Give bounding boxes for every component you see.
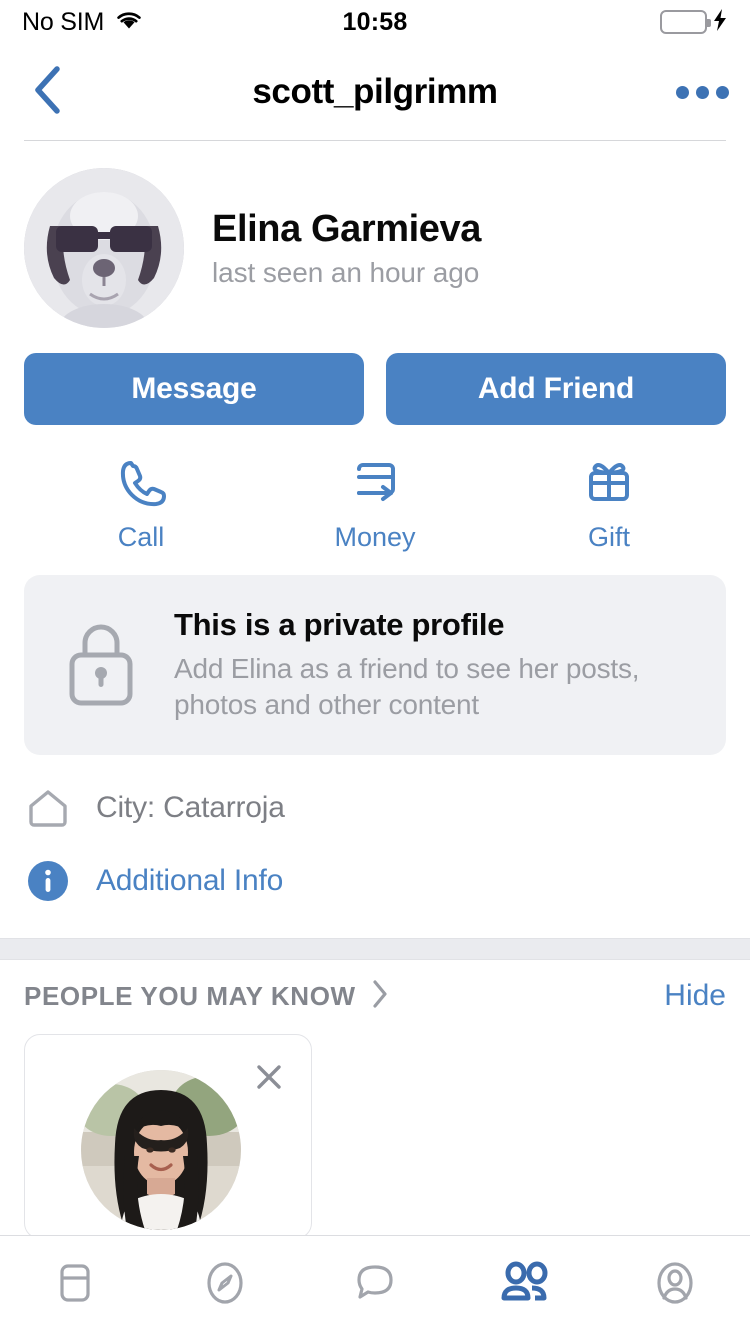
tab-discover[interactable] [150,1256,300,1315]
navigation-bar: scott_pilgrimm [0,44,750,140]
charging-bolt-icon [712,8,728,37]
gift-icon [583,455,635,512]
news-feed-icon [48,1256,102,1315]
chat-bubble-icon [348,1256,402,1315]
bottom-tab-bar [0,1235,750,1334]
private-card-text: This is a private profile Add Elina as a… [174,607,674,723]
close-icon [254,1062,284,1097]
city-label: City: Catarroja [96,791,285,824]
page-title: scott_pilgrimm [252,72,498,111]
compass-discover-icon [198,1256,252,1315]
more-horizontal-icon [675,85,689,99]
woman-dark-hair-photo [81,1070,241,1230]
message-button[interactable]: Message [24,353,364,425]
profile-name: Elina Garmieva [212,207,481,250]
more-horizontal-icon-dot3 [715,85,729,99]
money-action[interactable]: Money [258,455,492,553]
gift-action-label: Gift [587,522,630,552]
dismiss-suggestion-button[interactable] [247,1057,291,1101]
battery-icon [660,10,712,34]
more-horizontal-icon-dot2 [695,85,709,99]
chevron-right-icon [370,978,390,1015]
quick-actions-row: Call Money Gift [24,455,726,553]
more-options-button[interactable] [654,85,750,99]
back-button[interactable] [0,64,96,121]
tab-news-feed[interactable] [0,1256,150,1315]
status-bar-left: No SIM [22,8,343,37]
friends-icon [496,1256,554,1315]
avatar[interactable] [24,168,184,328]
additional-info-label: Additional Info [96,864,284,897]
profile-last-seen: last seen an hour ago [212,256,480,288]
people-section-title: PEOPLE YOU MAY KNOW [24,980,356,1011]
info-circle-icon [24,858,72,904]
lock-icon [60,615,142,716]
home-icon [24,786,72,830]
call-action[interactable]: Call [24,455,258,553]
private-profile-card: This is a private profile Add Elina as a… [24,575,726,755]
section-separator [0,938,750,960]
carrier-label: No SIM [22,7,105,36]
add-friend-button[interactable]: Add Friend [386,353,726,425]
gift-action[interactable]: Gift [492,455,726,553]
status-bar: No SIM 10:58 [0,0,750,44]
avatar[interactable] [81,1070,241,1230]
call-action-label: Call [117,522,165,552]
hide-button[interactable]: Hide [664,979,726,1013]
phone-icon [115,455,167,512]
chevron-left-icon [31,64,65,121]
primary-action-row: Message Add Friend [24,353,726,425]
status-bar-right [407,8,728,37]
people-you-may-know-header: PEOPLE YOU MAY KNOW Hide [24,972,726,1020]
private-card-description: Add Elina as a friend to see her posts, … [174,653,640,720]
money-transfer-icon [349,455,401,512]
profile-header: Elina Garmieva last seen an hour ago [24,168,481,328]
people-section-title-button[interactable]: PEOPLE YOU MAY KNOW [24,978,664,1015]
private-card-title: This is a private profile [174,607,505,642]
money-action-label: Money [334,522,416,552]
additional-info-row[interactable]: Additional Info [24,858,283,904]
tab-messages[interactable] [300,1256,450,1315]
dog-with-sunglasses-avatar [24,168,184,328]
profile-text-block: Elina Garmieva last seen an hour ago [212,208,481,289]
clock-label: 10:58 [342,7,408,36]
tab-friends[interactable] [450,1256,600,1315]
profile-circle-icon [648,1256,702,1315]
profile-screen: No SIM 10:58 scott_pilgrimm Elina Garmie… [0,0,750,1334]
tab-profile[interactable] [600,1256,750,1315]
city-row: City: Catarroja [24,786,285,830]
wifi-icon [114,9,144,36]
people-suggestion-card[interactable] [24,1034,312,1239]
nav-divider [24,140,726,141]
